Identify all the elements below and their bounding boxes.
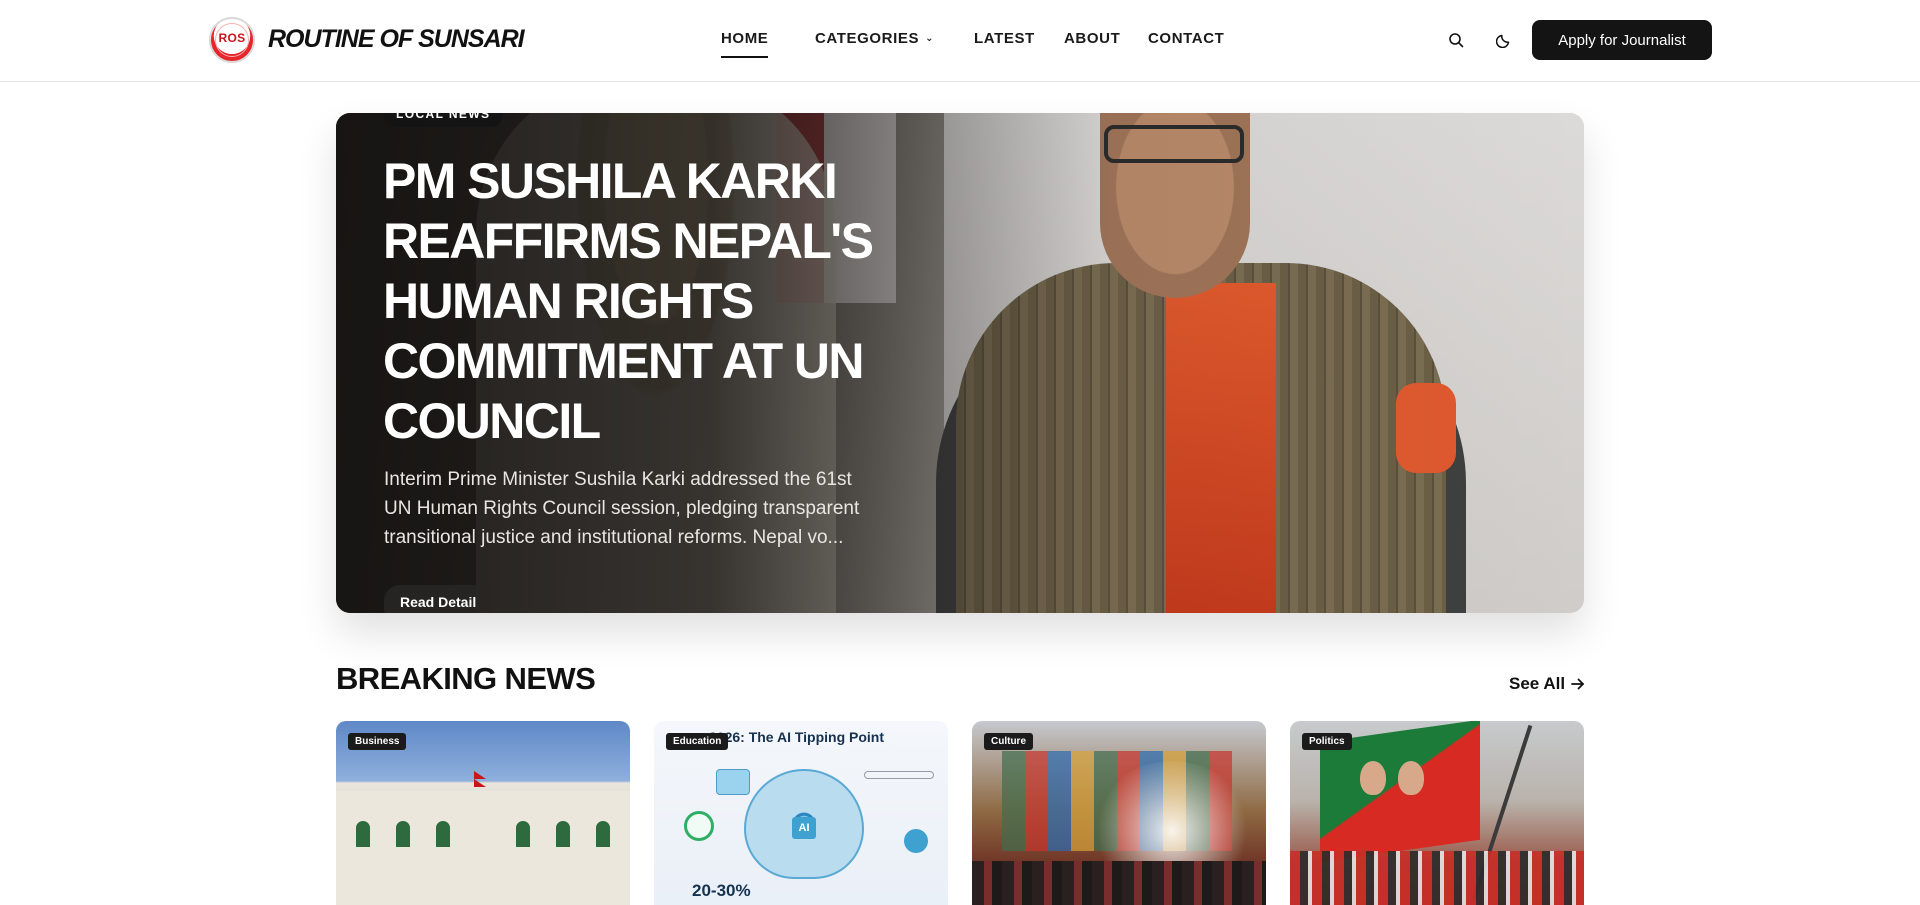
hero-category-tag[interactable]: LOCAL NEWS: [384, 113, 503, 127]
breaking-news-title: BREAKING NEWS: [336, 661, 596, 696]
nav-categories[interactable]: CATEGORIES ⌄: [815, 30, 934, 47]
read-detail-button[interactable]: Read Detail: [384, 585, 493, 613]
card-image-phone: [716, 769, 750, 795]
card-image-infographic-title: 2026: The AI Tipping Point: [709, 729, 885, 745]
card-image-face: [1360, 761, 1386, 795]
card-image-window: [556, 821, 570, 847]
nav-home[interactable]: HOME: [721, 30, 769, 58]
card-image-crowd: [972, 861, 1266, 905]
apply-journalist-button[interactable]: Apply for Journalist: [1532, 20, 1712, 60]
card-category-tag[interactable]: Business: [348, 733, 407, 750]
arrow-right-icon: [1571, 678, 1584, 690]
card-image-search-bar: [864, 771, 934, 779]
card-image-crowd: [1290, 851, 1584, 905]
site-header: ROS ROUTINE OF SUNSARI HOME CATEGORIES ⌄ …: [0, 0, 1920, 82]
news-card[interactable]: 2026: The AI Tipping Point AI 20-30% Edu…: [654, 721, 948, 905]
card-image-ai-chip: AI: [792, 817, 816, 839]
see-all-link[interactable]: See All: [1509, 674, 1585, 694]
card-image-face: [1398, 761, 1424, 795]
news-card[interactable]: Culture: [972, 721, 1266, 905]
card-image-window: [396, 821, 410, 847]
hero-headline[interactable]: PM SUSHILA KARKI REAFFIRMS NEPAL'S HUMAN…: [383, 151, 903, 451]
see-all-label: See All: [1509, 674, 1566, 693]
card-image-clock: [684, 811, 714, 841]
card-image-flag: [474, 771, 486, 787]
news-card[interactable]: Business: [336, 721, 630, 905]
card-image-window: [596, 821, 610, 847]
nav-latest[interactable]: LATEST: [974, 30, 1035, 47]
moon-icon[interactable]: [1492, 28, 1516, 52]
nav-about[interactable]: ABOUT: [1064, 30, 1120, 47]
hero-featured-story[interactable]: LOCAL NEWS PM SUSHILA KARKI REAFFIRMS NE…: [336, 113, 1584, 613]
chevron-down-icon: ⌄: [925, 33, 935, 44]
card-category-tag[interactable]: Politics: [1302, 733, 1352, 750]
card-category-tag[interactable]: Education: [666, 733, 729, 750]
breaking-news-cards: Business 2026: The AI Tipping Point AI 2…: [336, 721, 1584, 905]
nav-contact[interactable]: CONTACT: [1148, 30, 1224, 47]
card-image-window: [436, 821, 450, 847]
logo-ring: [215, 23, 249, 57]
card-image-window: [356, 821, 370, 847]
site-logo[interactable]: ROS: [209, 17, 255, 63]
card-image-gear: [904, 829, 928, 853]
news-card[interactable]: Politics: [1290, 721, 1584, 905]
card-image-building: [336, 791, 630, 905]
card-category-tag[interactable]: Culture: [984, 733, 1033, 750]
nav-categories-label: CATEGORIES: [815, 30, 920, 47]
site-title[interactable]: ROUTINE OF SUNSARI: [268, 25, 525, 54]
hero-summary: Interim Prime Minister Sushila Karki add…: [384, 469, 860, 548]
card-image-window: [516, 821, 530, 847]
card-image-stat: 20-30%: [692, 881, 751, 900]
search-icon[interactable]: [1444, 28, 1468, 52]
